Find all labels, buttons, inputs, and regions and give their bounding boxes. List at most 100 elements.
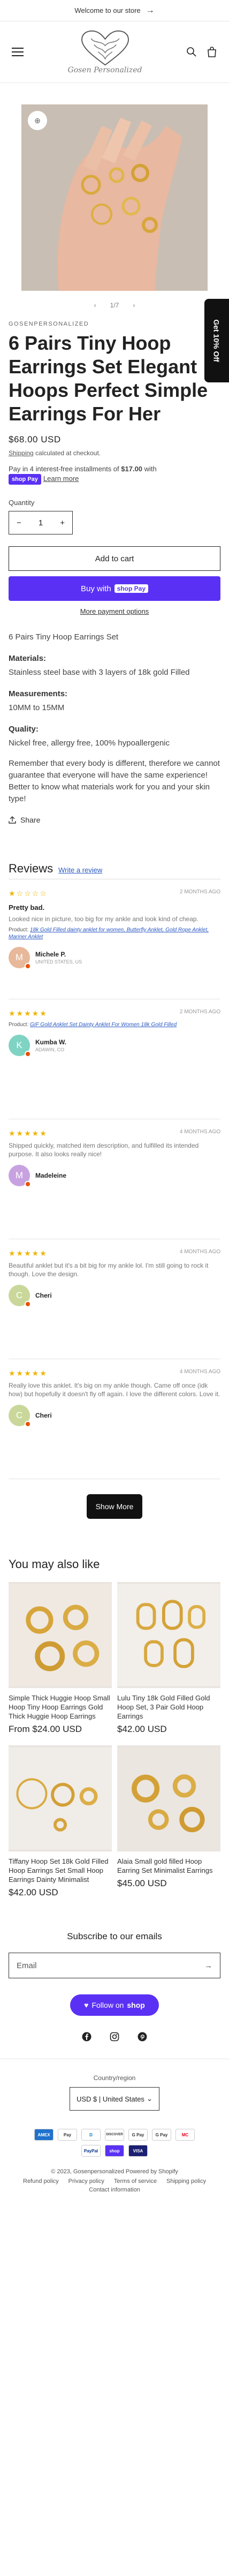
- review-product: Product: 18k Gold Filled dainty anklet f…: [9, 927, 220, 940]
- paypal-icon: PayPal: [81, 2145, 101, 2157]
- review-product-link[interactable]: GIF Gold Anklet Set Dainty Anklet For Wo…: [30, 1022, 177, 1028]
- verified-badge-icon: [25, 1181, 31, 1187]
- review-item: ★★★★★ 2 MONTHS AGO Product: GIF Gold Ankle…: [9, 999, 220, 1119]
- product-image[interactable]: ⊕: [21, 104, 208, 291]
- next-image-button[interactable]: ›: [133, 302, 135, 309]
- product-card[interactable]: Simple Thick Huggie Hoop Small Hoop Tiny…: [9, 1582, 112, 1735]
- heart-logo-icon: [81, 30, 129, 66]
- product-card-price: From $24.00 USD: [9, 1724, 82, 1734]
- reviewer: M Michele P. UNITED STATES, US: [9, 947, 220, 969]
- recommendations-section: You may also like Simple Thick Huggie Ho…: [0, 1557, 229, 1898]
- buy-with-shop-pay-button[interactable]: Buy with shop Pay: [9, 576, 220, 601]
- quantity-label: Quantity: [9, 499, 35, 507]
- product-card-image[interactable]: [117, 1745, 220, 1851]
- avatar-initial: M: [15, 952, 24, 962]
- contact-information-link[interactable]: Contact information: [89, 2187, 140, 2193]
- product-card-title[interactable]: Alaia Small gold filled Hoop Earring Set…: [117, 1857, 220, 1875]
- installments-amount: $17.00: [121, 465, 143, 473]
- quality-text: Nickel free, allergy free, 100% hypoalle…: [9, 739, 170, 748]
- quality-label: Quality:: [9, 725, 39, 734]
- write-review-link[interactable]: Write a review: [58, 866, 102, 874]
- increase-quantity-button[interactable]: +: [60, 518, 65, 528]
- review-list: ★☆☆☆☆ 2 MONTHS AGO Pretty bad. Looked nice …: [9, 879, 220, 1479]
- more-payment-options-link[interactable]: More payment options: [9, 607, 220, 615]
- reviewer-name: Kumba W.: [35, 1038, 67, 1046]
- product-card[interactable]: Tiffany Hoop Set 18k Gold Filled Hoop Ea…: [9, 1745, 112, 1898]
- product-card-title[interactable]: Simple Thick Huggie Hoop Small Hoop Tiny…: [9, 1693, 112, 1721]
- privacy-policy-link[interactable]: Privacy policy: [68, 2178, 104, 2185]
- discount-side-tab[interactable]: Get 10% Off: [204, 299, 229, 382]
- gallery-pager: ‹ 1/7 ›: [0, 302, 229, 309]
- quantity-input[interactable]: 1: [39, 518, 43, 528]
- product-card-title[interactable]: Tiffany Hoop Set 18k Gold Filled Hoop Ea…: [9, 1857, 112, 1884]
- reviewer-location: UNITED STATES, US: [35, 959, 82, 965]
- site-header: Gosen Personalized: [0, 21, 229, 83]
- buy-with-label: Buy with: [80, 584, 111, 593]
- thick-huggie-hoops-photo: [9, 1584, 112, 1686]
- menu-icon[interactable]: [12, 48, 24, 56]
- recommendations-heading: You may also like: [9, 1557, 100, 1571]
- visa-icon: VISA: [128, 2145, 148, 2157]
- verified-badge-icon: [25, 963, 31, 969]
- follow-on-shop-button[interactable]: ♥ Follow on shop: [70, 1994, 159, 2016]
- prev-image-button[interactable]: ‹: [94, 302, 96, 309]
- header-icons: [186, 46, 217, 58]
- add-to-cart-button[interactable]: Add to cart: [9, 546, 220, 571]
- product-card[interactable]: Alaia Small gold filled Hoop Earring Set…: [117, 1745, 220, 1898]
- email-field[interactable]: Email →: [9, 1953, 220, 1978]
- avatar: K: [9, 1035, 31, 1057]
- shipping-policy-link[interactable]: Shipping policy: [166, 2178, 206, 2185]
- zoom-icon[interactable]: ⊕: [28, 111, 47, 130]
- review-body: Beautiful anklet but it's a bit big for …: [9, 1262, 209, 1278]
- recommendations-grid: Simple Thick Huggie Hoop Small Hoop Tiny…: [9, 1582, 220, 1898]
- refund-policy-link[interactable]: Refund policy: [23, 2178, 59, 2185]
- reviewer-name: Michele P.: [35, 951, 66, 958]
- terms-of-service-link[interactable]: Terms of service: [114, 2178, 157, 2185]
- announcement-bar[interactable]: Welcome to our store →: [0, 0, 229, 21]
- product-card-image[interactable]: [9, 1582, 112, 1688]
- review-date: 4 MONTHS AGO: [179, 1369, 220, 1375]
- share-label: Share: [20, 816, 41, 824]
- shop-pay-icon: shop: [105, 2145, 124, 2157]
- search-icon[interactable]: [186, 47, 197, 57]
- site-footer: Country/region USD $ | United States ⌄ A…: [0, 2059, 229, 2193]
- cart-icon[interactable]: [207, 46, 217, 58]
- product-card[interactable]: Lulu Tiny 18k Gold Filled Gold Hoop Set,…: [117, 1582, 220, 1735]
- shipping-link[interactable]: Shipping: [9, 449, 34, 457]
- avatar: C: [9, 1405, 31, 1427]
- share-button[interactable]: Share: [9, 816, 220, 824]
- review-body: Shipped quickly, matched item descriptio…: [9, 1142, 199, 1158]
- review-date: 2 MONTHS AGO: [179, 889, 220, 895]
- verified-badge-icon: [25, 1301, 31, 1307]
- shop-pay-button-logo: shop Pay: [114, 584, 149, 593]
- avatar: M: [9, 1165, 31, 1187]
- decrease-quantity-button[interactable]: −: [17, 518, 21, 528]
- product-card-image[interactable]: [117, 1582, 220, 1688]
- review-product: Product: GIF Gold Anklet Set Dainty Ankl…: [9, 1021, 220, 1028]
- pinterest-icon[interactable]: [138, 2032, 147, 2042]
- reviews-heading: Reviews: [9, 862, 54, 875]
- country-select[interactable]: USD $ | United States ⌄: [70, 2087, 159, 2111]
- discover-icon: DISCOVER: [105, 2129, 124, 2141]
- review-item: ★★★★★ 4 MONTHS AGO Really love this anklet…: [9, 1359, 220, 1479]
- subscribe-arrow-icon[interactable]: →: [204, 1961, 212, 1970]
- social-links: [9, 2032, 220, 2042]
- review-product-link[interactable]: 18k Gold Filled dainty anklet for women,…: [9, 927, 209, 940]
- learn-more-link[interactable]: Learn more: [43, 474, 79, 483]
- shipping-note: Shipping calculated at checkout.: [9, 449, 220, 457]
- verified-badge-icon: [25, 1421, 31, 1427]
- product-price: $68.00 USD: [9, 434, 61, 445]
- show-more-reviews-button[interactable]: Show More: [87, 1494, 142, 1519]
- installments-post: with: [142, 465, 157, 473]
- reviewer-name: Cheri: [35, 1412, 52, 1419]
- avatar-initial: M: [15, 1170, 24, 1180]
- product-card-price: $42.00 USD: [117, 1724, 167, 1734]
- product-card-image[interactable]: [9, 1745, 112, 1851]
- email-placeholder: Email: [17, 1961, 37, 1970]
- installments-pre: Pay in 4 interest-free installments of: [9, 465, 121, 473]
- google-pay-icon: G Pay: [152, 2129, 171, 2141]
- product-card-title[interactable]: Lulu Tiny 18k Gold Filled Gold Hoop Set,…: [117, 1693, 220, 1721]
- store-logo[interactable]: Gosen Personalized: [65, 29, 145, 74]
- facebook-icon[interactable]: [82, 2032, 91, 2042]
- instagram-icon[interactable]: [110, 2032, 119, 2042]
